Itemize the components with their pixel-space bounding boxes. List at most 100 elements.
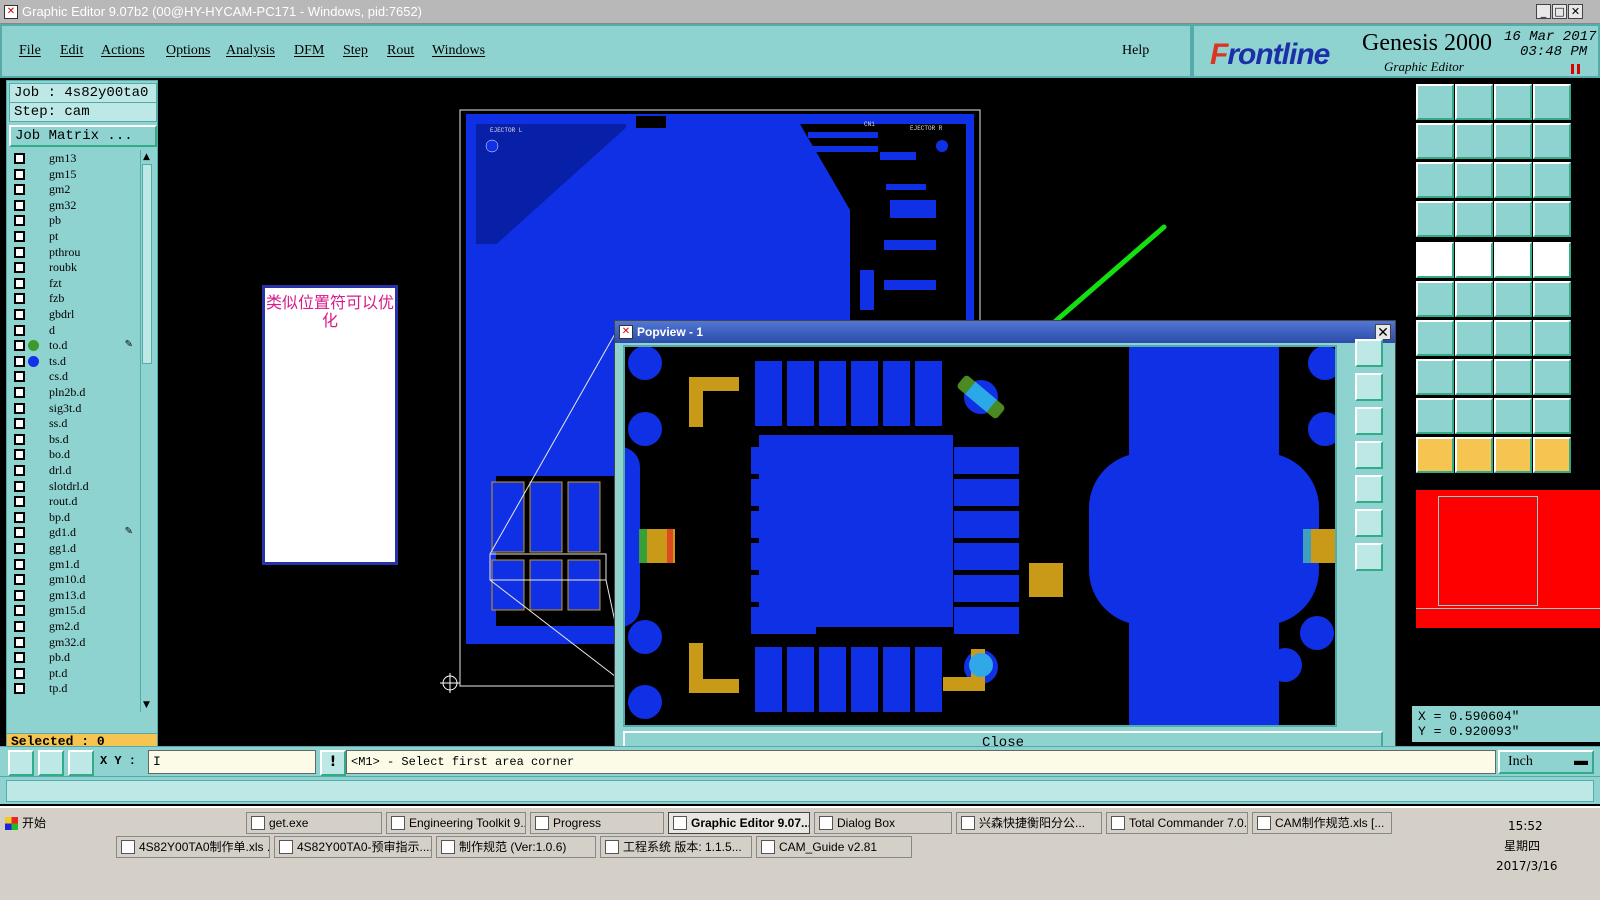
layer-row[interactable]: fzb xyxy=(11,291,139,306)
layer-name[interactable]: gg1.d xyxy=(47,541,135,555)
layer-name[interactable]: gm13 xyxy=(47,151,135,165)
layer-row[interactable]: to.d ✎ xyxy=(11,338,139,353)
scale-icon[interactable] xyxy=(1494,162,1532,198)
popview-pan-up-icon[interactable] xyxy=(1355,373,1383,401)
layer-checkbox[interactable] xyxy=(14,168,25,180)
scroll-thumb[interactable] xyxy=(142,164,152,364)
minimap[interactable] xyxy=(1416,490,1600,628)
scroll-up-icon[interactable]: ▲ xyxy=(143,152,150,162)
layer-checkbox[interactable] xyxy=(14,246,25,258)
layer-row[interactable]: pthrou xyxy=(11,244,139,260)
layer-name[interactable]: pln2b.d xyxy=(47,385,135,399)
ruler-icon[interactable] xyxy=(1494,242,1532,278)
layer-row[interactable]: bo.d xyxy=(11,447,139,462)
layer-name[interactable]: fzb xyxy=(47,291,135,306)
menu-analysis[interactable]: Analysis xyxy=(226,43,275,59)
layer-row[interactable]: cs.d xyxy=(11,369,139,384)
layer-checkbox[interactable] xyxy=(14,402,25,414)
layer-checkbox[interactable] xyxy=(14,277,25,289)
color-icon[interactable] xyxy=(1455,242,1493,278)
layer-checkbox[interactable] xyxy=(14,199,25,211)
layer-checkbox[interactable] xyxy=(14,324,25,336)
home-icon[interactable] xyxy=(1494,84,1532,120)
layer-row[interactable]: gd1.d ✎ xyxy=(11,525,139,540)
tri2-icon[interactable] xyxy=(1455,398,1493,434)
pan-left-icon[interactable] xyxy=(1416,123,1454,159)
grid-mode-icon[interactable] xyxy=(68,750,94,776)
layer-row[interactable]: gg1.d xyxy=(11,541,139,556)
layer-name[interactable]: d xyxy=(47,322,135,337)
layer-name[interactable]: rout.d xyxy=(47,494,135,509)
taskbar-item[interactable]: Engineering Toolkit 9.... xyxy=(386,812,526,834)
cross-icon[interactable] xyxy=(1455,281,1493,317)
layer-checkbox[interactable] xyxy=(14,465,25,476)
menu-rout[interactable]: Rout xyxy=(387,43,414,59)
layer-row[interactable]: pb.d xyxy=(11,650,139,665)
layer-name[interactable]: bs.d xyxy=(47,431,135,446)
line-icon[interactable] xyxy=(1416,320,1454,356)
layer-name[interactable]: gm1.d xyxy=(47,556,135,571)
layer-row[interactable]: slotdrl.d xyxy=(11,478,139,494)
layer-checkbox[interactable] xyxy=(14,387,25,398)
layer-row[interactable]: pt xyxy=(11,229,139,244)
select2-icon[interactable] xyxy=(1455,437,1493,473)
resize-icon[interactable] xyxy=(1494,359,1532,395)
popview-canvas[interactable] xyxy=(623,345,1337,727)
layer-row[interactable]: roubk xyxy=(11,260,139,275)
popview-fit-icon[interactable] xyxy=(1355,509,1383,537)
layer-checkbox[interactable] xyxy=(14,543,25,554)
layer-checkbox[interactable] xyxy=(14,309,25,320)
measure-mode-icon[interactable] xyxy=(38,750,64,776)
layer-row[interactable]: bs.d xyxy=(11,431,139,447)
layer-name[interactable]: drl.d xyxy=(47,463,135,477)
popview-pan-down-icon[interactable] xyxy=(1355,407,1383,435)
arc-icon[interactable] xyxy=(1455,320,1493,356)
center-icon[interactable] xyxy=(1455,162,1493,198)
layer-checkbox[interactable] xyxy=(14,231,25,242)
mirror-icon[interactable] xyxy=(1533,320,1571,356)
taskbar-item[interactable]: get.exe xyxy=(246,812,382,834)
zoom-box-icon[interactable] xyxy=(1494,123,1532,159)
layer-checkbox[interactable] xyxy=(14,636,25,648)
minimize-button[interactable]: _ xyxy=(1536,4,1551,19)
layer-checkbox[interactable] xyxy=(14,574,25,586)
layer-row[interactable]: pt.d xyxy=(11,665,139,681)
layer-row[interactable]: gm15 xyxy=(11,166,139,182)
unit-selector[interactable]: Inch ▬ xyxy=(1498,750,1594,774)
layer-row[interactable]: gm13 xyxy=(11,151,139,166)
layer-row[interactable]: gm10.d xyxy=(11,572,139,587)
popview-close-icon[interactable]: ✕ xyxy=(1375,324,1391,341)
layer-row[interactable]: gm32 xyxy=(11,197,139,213)
layer-name[interactable]: pthrou xyxy=(47,244,135,259)
menu-dfm[interactable]: DFM xyxy=(294,43,324,59)
layer-name[interactable]: bp.d xyxy=(47,509,135,524)
layer-name[interactable]: gm32.d xyxy=(47,634,135,649)
scroll-down-icon[interactable]: ▼ xyxy=(143,700,150,710)
layer-name[interactable]: pb.d xyxy=(47,650,135,665)
layer-name[interactable]: slotdrl.d xyxy=(47,478,135,493)
taskbar-item[interactable]: 兴森快捷衡阳分公... xyxy=(956,812,1102,834)
close-window-button[interactable]: ✕ xyxy=(1568,4,1583,19)
window-icon[interactable] xyxy=(1533,84,1571,120)
layer-checkbox[interactable] xyxy=(14,293,25,305)
layer-name[interactable]: gm15.d xyxy=(47,603,135,618)
menu-file[interactable]: File xyxy=(19,43,41,59)
net-icon[interactable] xyxy=(1416,281,1454,317)
taskbar-item[interactable]: Dialog Box xyxy=(814,812,952,834)
layer-red-icon[interactable] xyxy=(1494,201,1532,237)
popview-home-icon[interactable] xyxy=(1355,543,1383,571)
layer-name[interactable]: pb xyxy=(47,213,135,228)
select-icon[interactable] xyxy=(1416,437,1454,473)
layer-row[interactable]: d xyxy=(11,322,139,338)
layer-name[interactable]: gm13.d xyxy=(47,587,135,602)
taskbar-item[interactable]: 工程系统 版本: 1.1.5... xyxy=(600,836,752,858)
menu-options[interactable]: Options xyxy=(166,43,210,59)
move-icon[interactable] xyxy=(1494,281,1532,317)
settings-icon[interactable] xyxy=(1416,201,1454,237)
minus-icon[interactable] xyxy=(1455,359,1493,395)
xy-input[interactable]: I xyxy=(148,750,316,774)
snap-mode-icon[interactable] xyxy=(8,750,34,776)
layer-name[interactable]: pt xyxy=(47,229,135,243)
system-clock[interactable]: 15:52 星期四 2017/3/16 xyxy=(1496,816,1600,876)
layer-name[interactable]: gm15 xyxy=(47,166,135,181)
